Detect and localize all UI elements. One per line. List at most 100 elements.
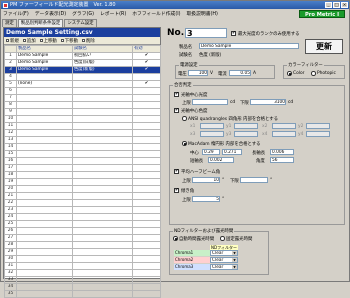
y4-field[interactable] [306,131,330,137]
no-field[interactable]: 3 [185,28,227,38]
tab-measure[interactable]: 測定 [2,19,17,27]
lum-center-checkbox[interactable]: ✔ [174,92,179,97]
row-valid-checkbox[interactable] [132,185,161,193]
row-valid-checkbox[interactable] [132,192,161,200]
table-row[interactable]: 30 [4,255,161,263]
manual-exposure-radio[interactable] [220,236,225,241]
row-valid-checkbox[interactable] [132,171,161,179]
row-valid-checkbox[interactable] [132,199,161,207]
table-row[interactable]: 13 [4,136,161,144]
table-row[interactable]: 25 [4,220,161,228]
max-lum-checkbox[interactable]: ✔ [231,31,236,36]
maximize-button[interactable]: □ [333,2,340,8]
lum-lower-field[interactable]: 3100 [250,99,286,105]
row-valid-checkbox[interactable] [132,143,161,151]
y1-field[interactable] [234,123,258,129]
table-row[interactable]: 3 Demo Sample 色度(新版) ✔ [4,66,161,74]
x4-field[interactable] [272,131,296,137]
table-row[interactable]: 22 [4,199,161,207]
product-name-field[interactable]: Demo Sample [199,43,299,49]
menu-help[interactable]: 取扱説明書(H) [187,10,218,17]
table-row[interactable]: 5 (none) ✔ [4,80,161,88]
center-x-field[interactable]: 0.29 [202,149,220,155]
row-valid-checkbox[interactable] [132,283,161,291]
table-row[interactable]: 11 [4,122,161,130]
table-row[interactable]: 26 [4,227,161,235]
long-axis-field[interactable]: 0.006 [270,149,294,155]
halfbeam-checkbox[interactable]: ✔ [174,169,179,174]
nd-select[interactable]: Clear ▼ [210,257,238,263]
hb-lower-field[interactable] [240,177,268,183]
ansi-radio[interactable] [182,116,187,121]
current-field[interactable]: 0.05 [229,70,251,76]
row-valid-checkbox[interactable]: ✔ [132,59,161,67]
menu-data[interactable]: データ表示(D) [35,10,66,17]
row-valid-checkbox[interactable] [132,94,161,102]
nd-select[interactable]: Clear ▼ [210,250,238,256]
tab-system[interactable]: システム設定 [64,19,97,27]
x1-field[interactable] [200,123,224,129]
row-valid-checkbox[interactable] [132,129,161,137]
row-valid-checkbox[interactable] [132,255,161,263]
row-valid-checkbox[interactable] [132,164,161,172]
close-button[interactable]: × [341,2,348,8]
table-row[interactable]: 31 [4,262,161,270]
row-valid-checkbox[interactable] [132,241,161,249]
tilt-upper-field[interactable]: 5 [192,196,220,202]
new-button[interactable]: 新規 [6,38,19,44]
table-row[interactable]: 21 [4,192,161,200]
short-axis-field[interactable]: 0.002 [208,157,234,163]
row-valid-checkbox[interactable] [132,108,161,116]
y3-field[interactable] [234,131,258,137]
table-row[interactable]: 20 [4,185,161,193]
table-row[interactable]: 15 [4,150,161,158]
table-row[interactable]: 12 [4,129,161,137]
add-button[interactable]: 追加 [22,38,36,44]
row-valid-checkbox[interactable]: ✔ [132,66,161,74]
row-valid-checkbox[interactable] [132,213,161,221]
menu-create[interactable]: ホフフィールド作成(I) [132,10,180,17]
table-row[interactable]: 24 [4,213,161,221]
tilt-checkbox[interactable]: ✔ [174,188,179,193]
table-row[interactable]: 28 [4,241,161,249]
table-row[interactable]: 35 [4,290,161,298]
table-row[interactable]: 32 [4,269,161,277]
row-valid-checkbox[interactable] [132,122,161,130]
voltage-field[interactable]: 100 [188,70,208,76]
table-row[interactable]: 29 [4,248,161,256]
row-valid-checkbox[interactable] [132,101,161,109]
tab-product-criteria[interactable]: 製品別判断条件設定 [17,19,64,27]
auto-exposure-radio[interactable] [173,236,178,241]
row-valid-checkbox[interactable] [132,157,161,165]
table-row[interactable]: 8 [4,101,161,109]
color-radio[interactable] [287,71,292,76]
angle-field[interactable]: 56 [270,157,294,163]
move-up-button[interactable]: 上移動 [39,38,57,44]
row-valid-checkbox[interactable] [132,73,161,81]
col-header-product[interactable]: 製品名 [16,45,73,53]
row-valid-checkbox[interactable] [132,87,161,95]
menu-report[interactable]: レポート(R) [100,10,126,17]
menu-file[interactable]: ファイル(F) [3,10,29,17]
nd-select[interactable]: Clear ▼ [210,264,238,270]
table-row[interactable]: 17 [4,164,161,172]
menu-graph[interactable]: グラフ(G) [72,10,94,17]
y2-field[interactable] [306,123,330,129]
table-row[interactable]: 18 [4,171,161,179]
row-valid-checkbox[interactable] [132,248,161,256]
table-row[interactable]: 19 [4,178,161,186]
chroma-center-checkbox[interactable]: ✔ [174,108,179,113]
hb-upper-field[interactable]: 10 [192,177,220,183]
row-valid-checkbox[interactable] [132,136,161,144]
x2-field[interactable] [272,123,296,129]
table-row[interactable]: 9 [4,108,161,116]
table-row[interactable]: 7 [4,94,161,102]
update-button[interactable]: 更新 [305,39,343,54]
minimize-button[interactable]: _ [325,2,332,8]
row-valid-checkbox[interactable] [132,220,161,228]
row-valid-checkbox[interactable] [132,227,161,235]
x3-field[interactable] [200,131,224,137]
table-row[interactable]: 14 [4,143,161,151]
row-valid-checkbox[interactable] [132,115,161,123]
row-valid-checkbox[interactable] [132,206,161,214]
